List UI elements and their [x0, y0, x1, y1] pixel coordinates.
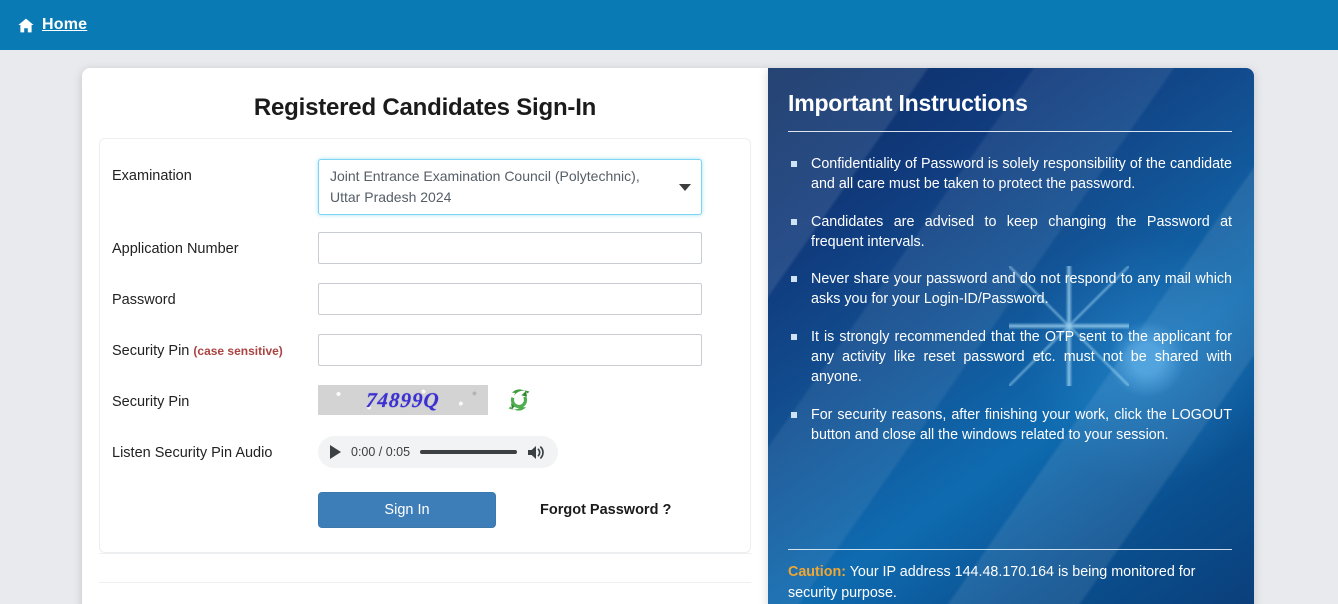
- security-pin-input-label: Security Pin (case sensitive): [112, 334, 318, 360]
- caution-body: Your IP address 144.48.170.164 is being …: [788, 564, 1196, 601]
- security-pin-audio-player[interactable]: 0:00 / 0:05: [318, 436, 558, 468]
- list-item: Candidates are advised to keep changing …: [788, 212, 1232, 253]
- captcha-image: 74899Q: [318, 385, 488, 415]
- form-row-security-pin-image: Security Pin 74899Q: [112, 385, 738, 419]
- password-input[interactable]: [318, 283, 702, 315]
- list-item: For security reasons, after finishing yo…: [788, 405, 1232, 446]
- password-label: Password: [112, 292, 176, 308]
- top-navbar: Home: [0, 0, 1338, 50]
- examination-label: Examination: [112, 168, 192, 184]
- chevron-down-icon: [679, 183, 691, 191]
- form-actions: Sign In Forgot Password ?: [112, 492, 738, 528]
- login-card: Registered Candidates Sign-In Examinatio…: [82, 68, 768, 604]
- card-divider-gap: [82, 554, 768, 582]
- refresh-icon: [504, 389, 534, 417]
- audio-progress-slider[interactable]: [420, 450, 517, 454]
- security-pin-input-label-text: Security Pin: [112, 343, 190, 359]
- play-icon[interactable]: [330, 445, 341, 459]
- list-item: It is strongly recommended that the OTP …: [788, 327, 1232, 388]
- examination-selected-value: Joint Entrance Examination Council (Poly…: [330, 168, 640, 205]
- caution-message: Caution: Your IP address 144.48.170.164 …: [788, 562, 1232, 603]
- home-nav-link[interactable]: Home: [18, 16, 87, 34]
- audio-time-display: 0:00 / 0:05: [351, 445, 411, 459]
- form-row-examination: Examination Joint Entrance Examination C…: [112, 159, 738, 215]
- caution-section: Caution: Your IP address 144.48.170.164 …: [788, 549, 1232, 604]
- security-pin-image-label: Security Pin: [112, 394, 190, 410]
- examination-select[interactable]: Joint Entrance Examination Council (Poly…: [318, 159, 702, 215]
- instructions-list: Confidentiality of Password is solely re…: [788, 154, 1232, 445]
- security-pin-input[interactable]: [318, 334, 702, 366]
- instructions-panel: Important Instructions Confidentiality o…: [768, 68, 1254, 604]
- security-pin-case-note: (case sensitive): [193, 344, 283, 358]
- login-form-panel: Examination Joint Entrance Examination C…: [99, 138, 751, 553]
- form-row-security-pin-audio: Listen Security Pin Audio 0:00 / 0:05: [112, 436, 738, 470]
- security-pin-audio-label: Listen Security Pin Audio: [112, 445, 273, 461]
- volume-icon[interactable]: [527, 444, 546, 461]
- list-item: Never share your password and do not res…: [788, 269, 1232, 310]
- page-body: Registered Candidates Sign-In Examinatio…: [0, 50, 1338, 604]
- card-divider-bottom: [99, 582, 751, 583]
- sign-in-button[interactable]: Sign In: [318, 492, 496, 528]
- caution-label: Caution:: [788, 564, 846, 580]
- page-title: Registered Candidates Sign-In: [253, 94, 597, 121]
- form-row-password: Password: [112, 283, 738, 317]
- instructions-title-divider: [788, 131, 1232, 132]
- form-row-security-pin-input: Security Pin (case sensitive): [112, 334, 738, 368]
- list-item: Confidentiality of Password is solely re…: [788, 154, 1232, 195]
- application-number-input[interactable]: [318, 232, 702, 264]
- home-nav-label: Home: [42, 16, 88, 33]
- application-number-label: Application Number: [112, 241, 239, 257]
- forgot-password-link[interactable]: Forgot Password ?: [540, 502, 671, 518]
- home-icon: [18, 18, 34, 33]
- form-row-application-number: Application Number: [112, 232, 738, 266]
- captcha-row: 74899Q: [318, 385, 738, 415]
- refresh-captcha-button[interactable]: [504, 386, 534, 414]
- instructions-title: Important Instructions: [788, 90, 1028, 116]
- captcha-text: 74899Q: [365, 387, 441, 412]
